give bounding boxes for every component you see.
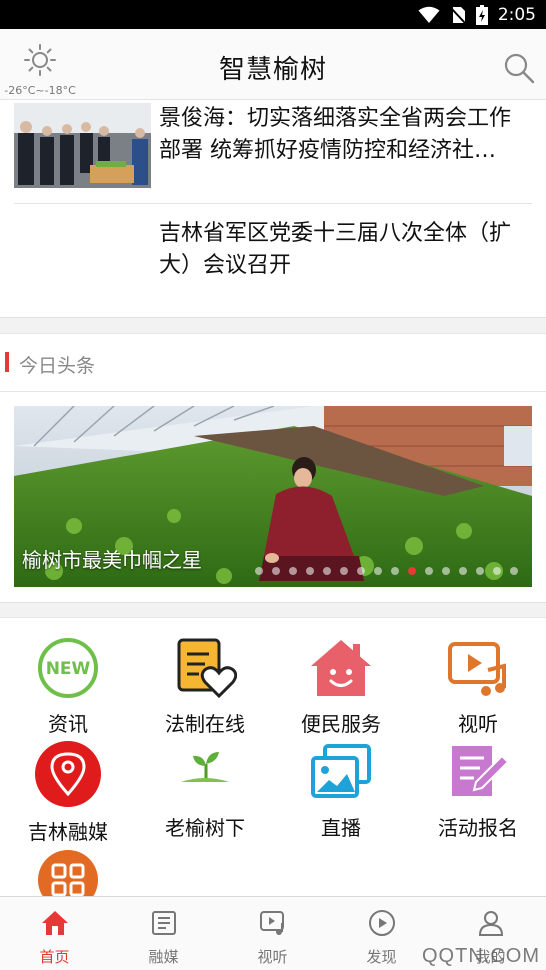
wifi-icon xyxy=(418,6,440,23)
user-icon xyxy=(478,911,503,936)
carousel-dot[interactable] xyxy=(442,567,450,575)
grid-item-public-service[interactable]: 便民服务 xyxy=(273,636,409,737)
carousel-dot[interactable] xyxy=(391,567,399,575)
app-header: -26°C~-18°C 智慧榆树 xyxy=(0,29,546,100)
no-sim-icon xyxy=(450,6,466,24)
carousel-dot[interactable] xyxy=(459,567,467,575)
banner-caption: 榆树市最美巾帼之星 xyxy=(22,548,202,572)
grid-item-live[interactable]: 直播 xyxy=(273,740,409,841)
carousel-dot[interactable] xyxy=(510,567,518,575)
news-headline: 吉林省军区党委十三届八次全体（扩大）会议召开 xyxy=(159,221,512,278)
section-title: 今日头条 xyxy=(19,355,96,377)
carousel-dot[interactable] xyxy=(272,567,280,575)
section-accent-bar xyxy=(5,352,9,372)
news-thumbnail xyxy=(14,103,151,188)
headline-banner[interactable]: 榆树市最美巾帼之星 xyxy=(14,406,532,587)
section-header: 今日头条 xyxy=(0,334,546,392)
discover-icon xyxy=(368,910,395,936)
house-smile-icon xyxy=(309,636,373,700)
watermark: QQTN.COM xyxy=(422,945,540,967)
news-headline: 景俊海：切实落细落实全省两会工作部署 统筹抓好疫情防控和经济社… xyxy=(159,106,512,163)
grid-item-jilin-media[interactable]: 吉林融媒 xyxy=(0,740,136,845)
carousel-indicator[interactable] xyxy=(255,567,518,575)
grid-item-label: 吉林融媒 xyxy=(28,820,108,844)
grid-item-event-signup[interactable]: 活动报名 xyxy=(410,740,546,841)
grid-item-label: 视听 xyxy=(458,712,498,736)
carousel-dot[interactable] xyxy=(340,567,348,575)
nav-label: 发现 xyxy=(366,948,397,966)
grid-item-news[interactable]: NEW 资讯 xyxy=(0,636,136,737)
carousel-dot[interactable] xyxy=(425,567,433,575)
svg-text:NEW: NEW xyxy=(46,659,91,679)
news-list-item[interactable]: 景俊海：切实落细落实全省两会工作部署 统筹抓好疫情防控和经济社… xyxy=(14,103,532,191)
nav-discover[interactable]: 发现 xyxy=(327,909,436,967)
carousel-dot[interactable] xyxy=(306,567,314,575)
grid-item-audiovisual[interactable]: 视听 xyxy=(410,636,546,737)
section-gap xyxy=(0,602,546,618)
grid-item-label: 法制在线 xyxy=(165,712,245,736)
status-time: 2:05 xyxy=(497,4,536,25)
section-gap xyxy=(0,317,546,334)
carousel-dot[interactable] xyxy=(374,567,382,575)
location-pin-icon xyxy=(34,740,102,808)
image-gallery-icon xyxy=(309,740,373,804)
video-music-icon xyxy=(446,636,510,700)
news-icon xyxy=(151,911,176,935)
status-bar: 2:05 xyxy=(0,0,546,29)
home-icon xyxy=(41,911,68,935)
edit-note-icon xyxy=(446,740,510,804)
list-divider xyxy=(14,203,532,204)
grid-item-legal-online[interactable]: 法制在线 xyxy=(137,636,273,737)
carousel-dot[interactable] xyxy=(323,567,331,575)
carousel-dot[interactable] xyxy=(493,567,501,575)
battery-icon xyxy=(475,4,488,25)
search-icon[interactable] xyxy=(502,51,536,85)
nav-media[interactable]: 融媒 xyxy=(109,909,218,967)
grid-item-label: 便民服务 xyxy=(301,712,381,736)
document-heart-icon xyxy=(173,636,238,700)
nav-label: 首页 xyxy=(39,948,70,966)
grid-item-old-elm-tree[interactable]: 老榆树下 xyxy=(137,740,273,841)
carousel-dot[interactable] xyxy=(289,567,297,575)
carousel-dot[interactable] xyxy=(357,567,365,575)
carousel-dot[interactable] xyxy=(408,567,416,575)
grid-item-label: 活动报名 xyxy=(438,816,518,840)
app-title: 智慧榆树 xyxy=(218,55,327,85)
new-icon: NEW xyxy=(36,636,100,700)
grid-item-label: 直播 xyxy=(321,816,361,840)
nav-audiovisual[interactable]: 视听 xyxy=(218,909,327,967)
bottom-navigation: 首页 融媒 视听 发现 我的 QQTN.COM xyxy=(0,896,546,970)
nav-label: 融媒 xyxy=(148,948,179,966)
video-icon xyxy=(259,911,284,935)
news-list-item[interactable]: 吉林省军区党委十三届八次全体（扩大）会议召开 xyxy=(14,218,532,284)
carousel-dot[interactable] xyxy=(255,567,263,575)
grid-item-label: 资讯 xyxy=(48,712,88,736)
carousel-dot[interactable] xyxy=(476,567,484,575)
grid-item-label: 老榆树下 xyxy=(165,816,245,840)
sprout-icon xyxy=(173,740,237,804)
nav-label: 视听 xyxy=(257,948,288,966)
nav-home[interactable]: 首页 xyxy=(0,909,109,967)
